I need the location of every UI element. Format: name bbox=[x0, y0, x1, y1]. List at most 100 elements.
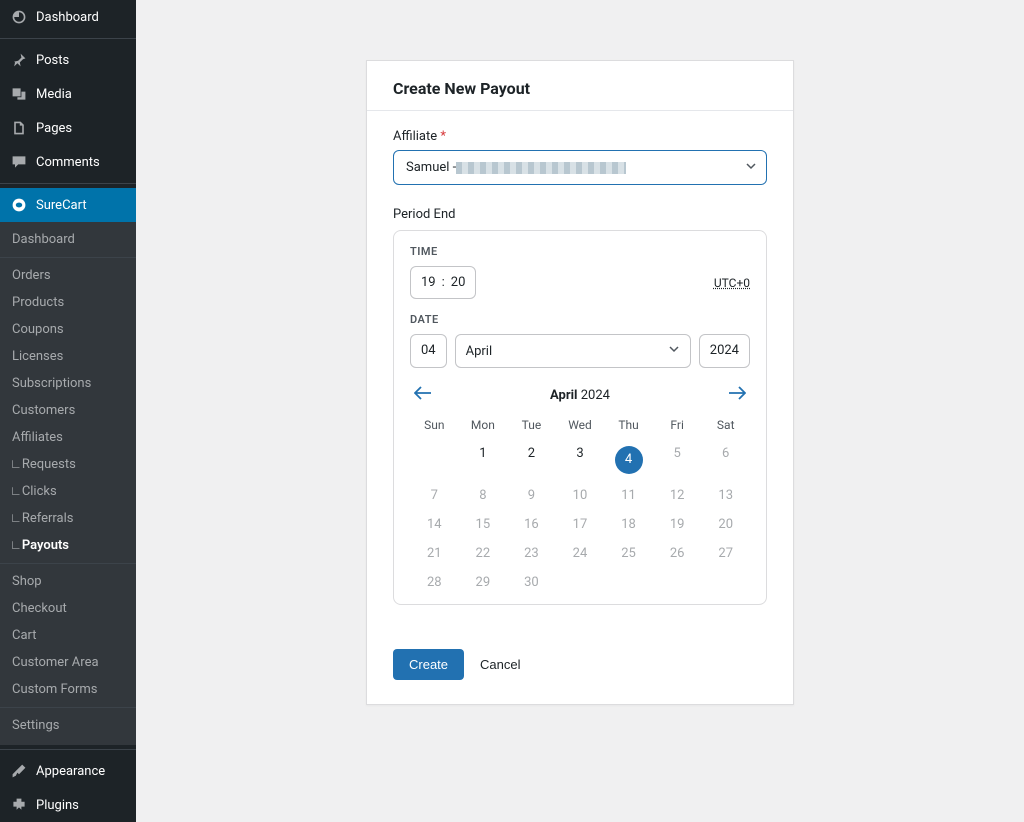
sub-subscriptions[interactable]: Subscriptions bbox=[0, 370, 136, 397]
cal-head: Mon bbox=[459, 418, 508, 432]
sub-dashboard[interactable]: Dashboard bbox=[0, 226, 136, 253]
cal-day[interactable]: 29 bbox=[459, 575, 508, 590]
cal-day-selected[interactable]: 4 bbox=[604, 446, 653, 474]
cal-day[interactable]: 10 bbox=[556, 488, 605, 503]
surecart-icon bbox=[10, 196, 28, 214]
cal-day[interactable]: 9 bbox=[507, 488, 556, 503]
sidebar-item-appearance[interactable]: Appearance bbox=[0, 754, 136, 788]
sidebar-item-media[interactable]: Media bbox=[0, 77, 136, 111]
cal-head: Tue bbox=[507, 418, 556, 432]
sub-cart[interactable]: Cart bbox=[0, 622, 136, 649]
sidebar-item-surecart[interactable]: SureCart bbox=[0, 188, 136, 222]
cal-day[interactable]: 12 bbox=[653, 488, 702, 503]
sub-shop[interactable]: Shop bbox=[0, 568, 136, 595]
cal-day[interactable]: 25 bbox=[604, 546, 653, 561]
date-year-input[interactable]: 2024 bbox=[699, 334, 750, 368]
cal-day[interactable]: 19 bbox=[653, 517, 702, 532]
create-button[interactable]: Create bbox=[393, 649, 464, 680]
affiliate-value-prefix: Samuel - bbox=[406, 160, 456, 175]
date-month-select[interactable]: April bbox=[455, 334, 691, 368]
surecart-submenu: Dashboard Orders Products Coupons Licens… bbox=[0, 222, 136, 745]
timezone-link[interactable]: UTC+0 bbox=[714, 276, 750, 290]
cal-next-button[interactable] bbox=[724, 382, 750, 408]
pin-icon bbox=[10, 51, 28, 69]
date-day-input[interactable]: 04 bbox=[410, 334, 447, 368]
calendar-grid: Sun Mon Tue Wed Thu Fri Sat 1 2 3 4 5 6 bbox=[410, 418, 750, 590]
cal-day[interactable]: 17 bbox=[556, 517, 605, 532]
cal-day[interactable]: 24 bbox=[556, 546, 605, 561]
sub-customers[interactable]: Customers bbox=[0, 397, 136, 424]
date-label: DATE bbox=[410, 313, 750, 326]
cal-head: Thu bbox=[604, 418, 653, 432]
sub-settings[interactable]: Settings bbox=[0, 712, 136, 739]
period-end-label: Period End bbox=[393, 207, 767, 222]
sidebar-label: Media bbox=[36, 87, 72, 102]
page-title: Create New Payout bbox=[393, 79, 767, 98]
cal-day[interactable]: 23 bbox=[507, 546, 556, 561]
cal-title: April 2024 bbox=[550, 388, 610, 403]
cal-day[interactable]: 3 bbox=[556, 446, 605, 474]
sidebar-item-pages[interactable]: Pages bbox=[0, 111, 136, 145]
comments-icon bbox=[10, 153, 28, 171]
cal-day[interactable]: 14 bbox=[410, 517, 459, 532]
cal-day[interactable]: 18 bbox=[604, 517, 653, 532]
sidebar-item-plugins[interactable]: Plugins bbox=[0, 788, 136, 822]
sidebar-item-dashboard[interactable]: Dashboard bbox=[0, 0, 136, 34]
cal-day[interactable]: 2 bbox=[507, 446, 556, 474]
sub-products[interactable]: Products bbox=[0, 289, 136, 316]
chevron-down-icon bbox=[668, 343, 680, 359]
cal-day[interactable]: 20 bbox=[701, 517, 750, 532]
cal-day bbox=[410, 446, 459, 474]
cal-head: Sat bbox=[701, 418, 750, 432]
sub-affiliates[interactable]: Affiliates bbox=[0, 424, 136, 451]
sub-coupons[interactable]: Coupons bbox=[0, 316, 136, 343]
cal-day[interactable]: 28 bbox=[410, 575, 459, 590]
sub-orders[interactable]: Orders bbox=[0, 262, 136, 289]
plugin-icon bbox=[10, 796, 28, 814]
sidebar-item-posts[interactable]: Posts bbox=[0, 43, 136, 77]
cal-day[interactable]: 22 bbox=[459, 546, 508, 561]
sub-clicks[interactable]: ∟Clicks bbox=[0, 478, 136, 505]
sub-customer-area[interactable]: Customer Area bbox=[0, 649, 136, 676]
brush-icon bbox=[10, 762, 28, 780]
sub-requests[interactable]: ∟Requests bbox=[0, 451, 136, 478]
cal-day bbox=[701, 575, 750, 590]
sub-payouts[interactable]: ∟Payouts bbox=[0, 532, 136, 559]
admin-sidebar: Dashboard Posts Media Pages Comments Sur… bbox=[0, 0, 136, 822]
sub-custom-forms[interactable]: Custom Forms bbox=[0, 676, 136, 703]
cal-day[interactable]: 15 bbox=[459, 517, 508, 532]
cal-day[interactable]: 13 bbox=[701, 488, 750, 503]
sidebar-label: Posts bbox=[36, 53, 69, 68]
cal-day[interactable]: 6 bbox=[701, 446, 750, 474]
sub-licenses[interactable]: Licenses bbox=[0, 343, 136, 370]
cal-day[interactable]: 27 bbox=[701, 546, 750, 561]
redacted-text bbox=[456, 162, 626, 174]
cal-day[interactable]: 1 bbox=[459, 446, 508, 474]
cal-day[interactable]: 26 bbox=[653, 546, 702, 561]
cal-day[interactable]: 5 bbox=[653, 446, 702, 474]
time-input[interactable]: 19 : 20 bbox=[410, 266, 476, 299]
cal-head: Fri bbox=[653, 418, 702, 432]
cancel-button[interactable]: Cancel bbox=[480, 657, 520, 672]
cal-day[interactable]: 30 bbox=[507, 575, 556, 590]
cal-day bbox=[653, 575, 702, 590]
time-sep: : bbox=[442, 275, 445, 290]
sidebar-label: Pages bbox=[36, 121, 72, 136]
cal-day[interactable]: 8 bbox=[459, 488, 508, 503]
sidebar-item-comments[interactable]: Comments bbox=[0, 145, 136, 179]
time-hour: 19 bbox=[421, 275, 436, 290]
affiliate-select[interactable]: Samuel - bbox=[393, 150, 767, 185]
cal-prev-button[interactable] bbox=[410, 382, 436, 408]
sidebar-label: Appearance bbox=[36, 764, 105, 779]
time-label: TIME bbox=[410, 245, 750, 258]
cal-day[interactable]: 16 bbox=[507, 517, 556, 532]
cal-day[interactable]: 21 bbox=[410, 546, 459, 561]
sidebar-label: Comments bbox=[36, 155, 100, 170]
sub-referrals[interactable]: ∟Referrals bbox=[0, 505, 136, 532]
time-min: 20 bbox=[451, 275, 466, 290]
cal-head: Wed bbox=[556, 418, 605, 432]
cal-day[interactable]: 7 bbox=[410, 488, 459, 503]
cal-day[interactable]: 11 bbox=[604, 488, 653, 503]
sub-checkout[interactable]: Checkout bbox=[0, 595, 136, 622]
sidebar-label: Dashboard bbox=[36, 10, 99, 25]
